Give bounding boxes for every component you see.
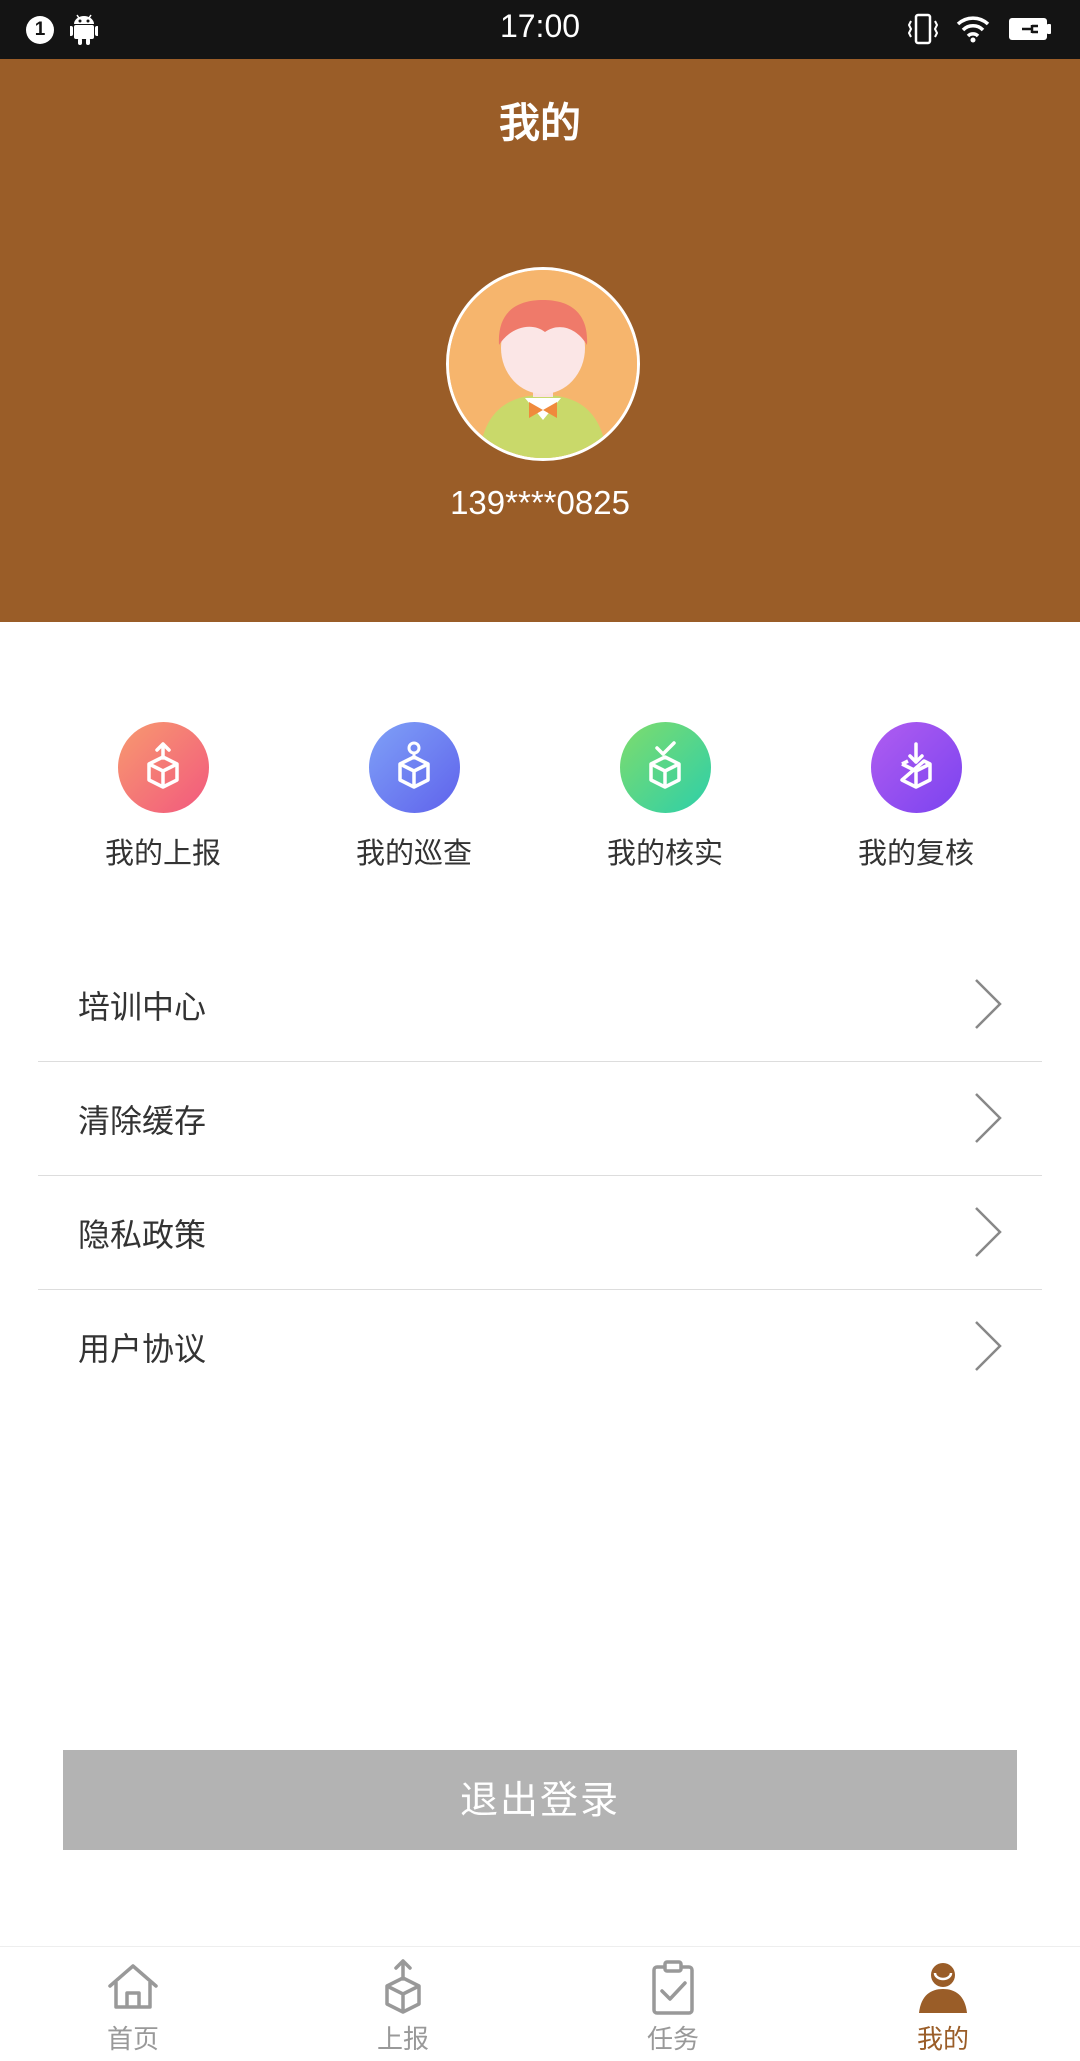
- avatar[interactable]: [446, 267, 640, 461]
- menu-item-privacy-policy[interactable]: 隐私政策: [38, 1176, 1042, 1290]
- chevron-right-icon: [975, 1093, 1002, 1143]
- tab-label: 上报: [376, 2025, 429, 2055]
- shortcut-my-verifications[interactable]: 我的核实: [565, 722, 765, 872]
- menu-item-clear-cache[interactable]: 清除缓存: [38, 1062, 1042, 1176]
- tab-tasks[interactable]: 任务: [573, 1947, 773, 2061]
- shortcut-my-reports[interactable]: 我的上报: [63, 722, 263, 872]
- shortcut-grid: 我的上报 我的巡查 我的核实 我的复核: [0, 722, 1080, 872]
- wifi-icon: [956, 16, 990, 43]
- tab-label: 我的: [916, 2025, 969, 2055]
- profile-icon: [919, 1963, 967, 2013]
- status-right: [908, 13, 1052, 45]
- bottom-tab-bar: 首页 上报 任务 我的: [0, 1946, 1080, 2061]
- profile-header: 我的 139****0825: [0, 59, 1080, 622]
- tab-profile[interactable]: 我的: [843, 1947, 1043, 2061]
- shortcut-label: 我的上报: [104, 836, 221, 870]
- shortcut-label: 我的复核: [857, 836, 974, 870]
- home-icon: [108, 1964, 158, 2009]
- menu-item-training-center[interactable]: 培训中心: [38, 948, 1042, 1062]
- vibrate-icon: [908, 13, 938, 45]
- tab-report[interactable]: 上报: [303, 1947, 503, 2061]
- tab-label: 首页: [106, 2025, 159, 2055]
- menu-item-label: 清除缓存: [78, 1102, 207, 1140]
- inspect-box-icon: [368, 722, 460, 813]
- avatar-illustration: [449, 270, 637, 458]
- menu-item-user-agreement[interactable]: 用户协议: [38, 1290, 1042, 1403]
- recheck-box-icon: [870, 722, 962, 813]
- logout-button[interactable]: 退出登录: [63, 1750, 1017, 1850]
- shortcut-label: 我的核实: [606, 836, 723, 870]
- status-bar: 1 17:00: [0, 0, 1080, 59]
- chevron-right-icon: [975, 1321, 1002, 1371]
- chevron-right-icon: [975, 1207, 1002, 1257]
- shortcut-label: 我的巡查: [355, 836, 472, 870]
- menu-item-label: 用户协议: [78, 1330, 207, 1368]
- shortcut-my-rechecks[interactable]: 我的复核: [816, 722, 1016, 872]
- chevron-right-icon: [975, 979, 1002, 1029]
- settings-menu: 培训中心 清除缓存 隐私政策 用户协议: [38, 948, 1042, 1403]
- battery-charging-icon: [1009, 18, 1051, 40]
- upload-box-icon: [117, 722, 209, 813]
- tab-home[interactable]: 首页: [33, 1947, 233, 2061]
- verify-box-icon: [619, 722, 711, 813]
- task-icon: [652, 1960, 694, 2015]
- menu-item-label: 培训中心: [78, 988, 207, 1026]
- page-title: 我的: [499, 99, 581, 147]
- shortcut-my-inspections[interactable]: 我的巡查: [314, 722, 514, 872]
- menu-item-label: 隐私政策: [78, 1216, 207, 1254]
- tab-label: 任务: [646, 2025, 699, 2055]
- user-phone: 139****0825: [450, 484, 630, 521]
- report-icon: [385, 1959, 421, 2014]
